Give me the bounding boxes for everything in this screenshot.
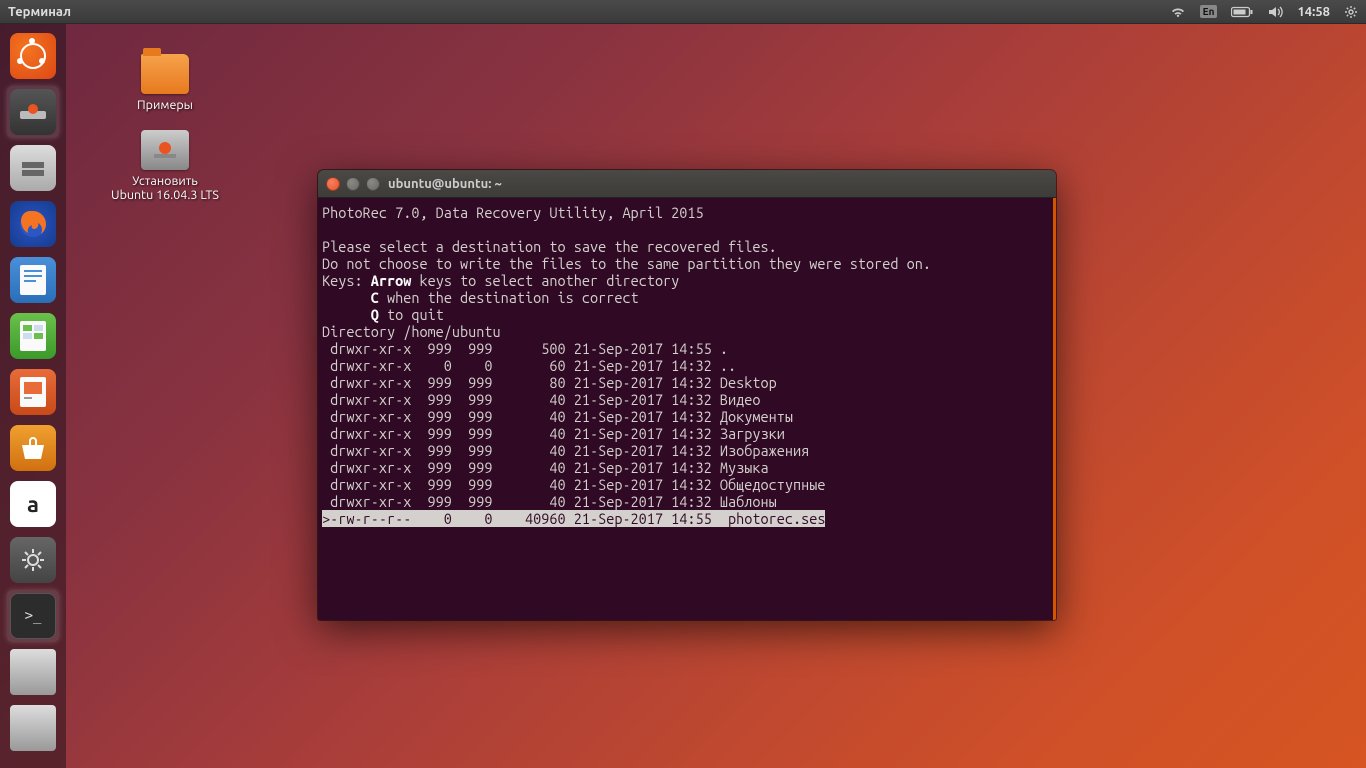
terminal-window: ubuntu@ubuntu: ~ PhotoRec 7.0, Data Reco… <box>318 170 1056 620</box>
folder-icon <box>141 54 189 94</box>
terminal-titlebar[interactable]: ubuntu@ubuntu: ~ <box>318 170 1056 198</box>
launcher-disk-1[interactable] <box>7 646 59 698</box>
window-minimize-button[interactable] <box>346 177 360 191</box>
launcher-installer[interactable] <box>7 86 59 138</box>
gear-icon[interactable] <box>1344 5 1358 19</box>
launcher-impress[interactable] <box>7 366 59 418</box>
window-close-button[interactable] <box>326 177 340 191</box>
launcher-firefox[interactable] <box>7 198 59 250</box>
desktop-icon-label: Установить Ubuntu 16.04.3 LTS <box>85 174 245 202</box>
launcher-files[interactable] <box>7 142 59 194</box>
launcher-writer[interactable] <box>7 254 59 306</box>
battery-icon[interactable] <box>1231 6 1253 18</box>
launcher-disk-2[interactable] <box>7 702 59 754</box>
desktop-icon-label: Примеры <box>95 98 235 112</box>
desktop-icon-examples[interactable]: Примеры <box>95 54 235 112</box>
installer-icon <box>141 130 189 170</box>
volume-icon[interactable] <box>1267 5 1283 19</box>
launcher-settings[interactable] <box>7 534 59 586</box>
keyboard-layout-indicator[interactable]: En <box>1200 5 1218 18</box>
terminal-content[interactable]: PhotoRec 7.0, Data Recovery Utility, Apr… <box>318 198 1056 620</box>
top-panel: Терминал En 14:58 <box>0 0 1366 24</box>
wifi-icon[interactable] <box>1170 5 1186 19</box>
clock[interactable]: 14:58 <box>1297 5 1330 19</box>
terminal-title: ubuntu@ubuntu: ~ <box>388 177 502 191</box>
window-maximize-button[interactable] <box>366 177 380 191</box>
launcher-software[interactable] <box>7 422 59 474</box>
desktop-icon-installer[interactable]: Установить Ubuntu 16.04.3 LTS <box>85 130 245 202</box>
launcher-amazon[interactable]: a <box>7 478 59 530</box>
app-menu-title[interactable]: Терминал <box>8 5 71 19</box>
launcher-terminal[interactable]: >_ <box>7 590 59 642</box>
launcher-dash[interactable] <box>7 30 59 82</box>
launcher-calc[interactable] <box>7 310 59 362</box>
unity-launcher: a >_ <box>0 24 66 768</box>
